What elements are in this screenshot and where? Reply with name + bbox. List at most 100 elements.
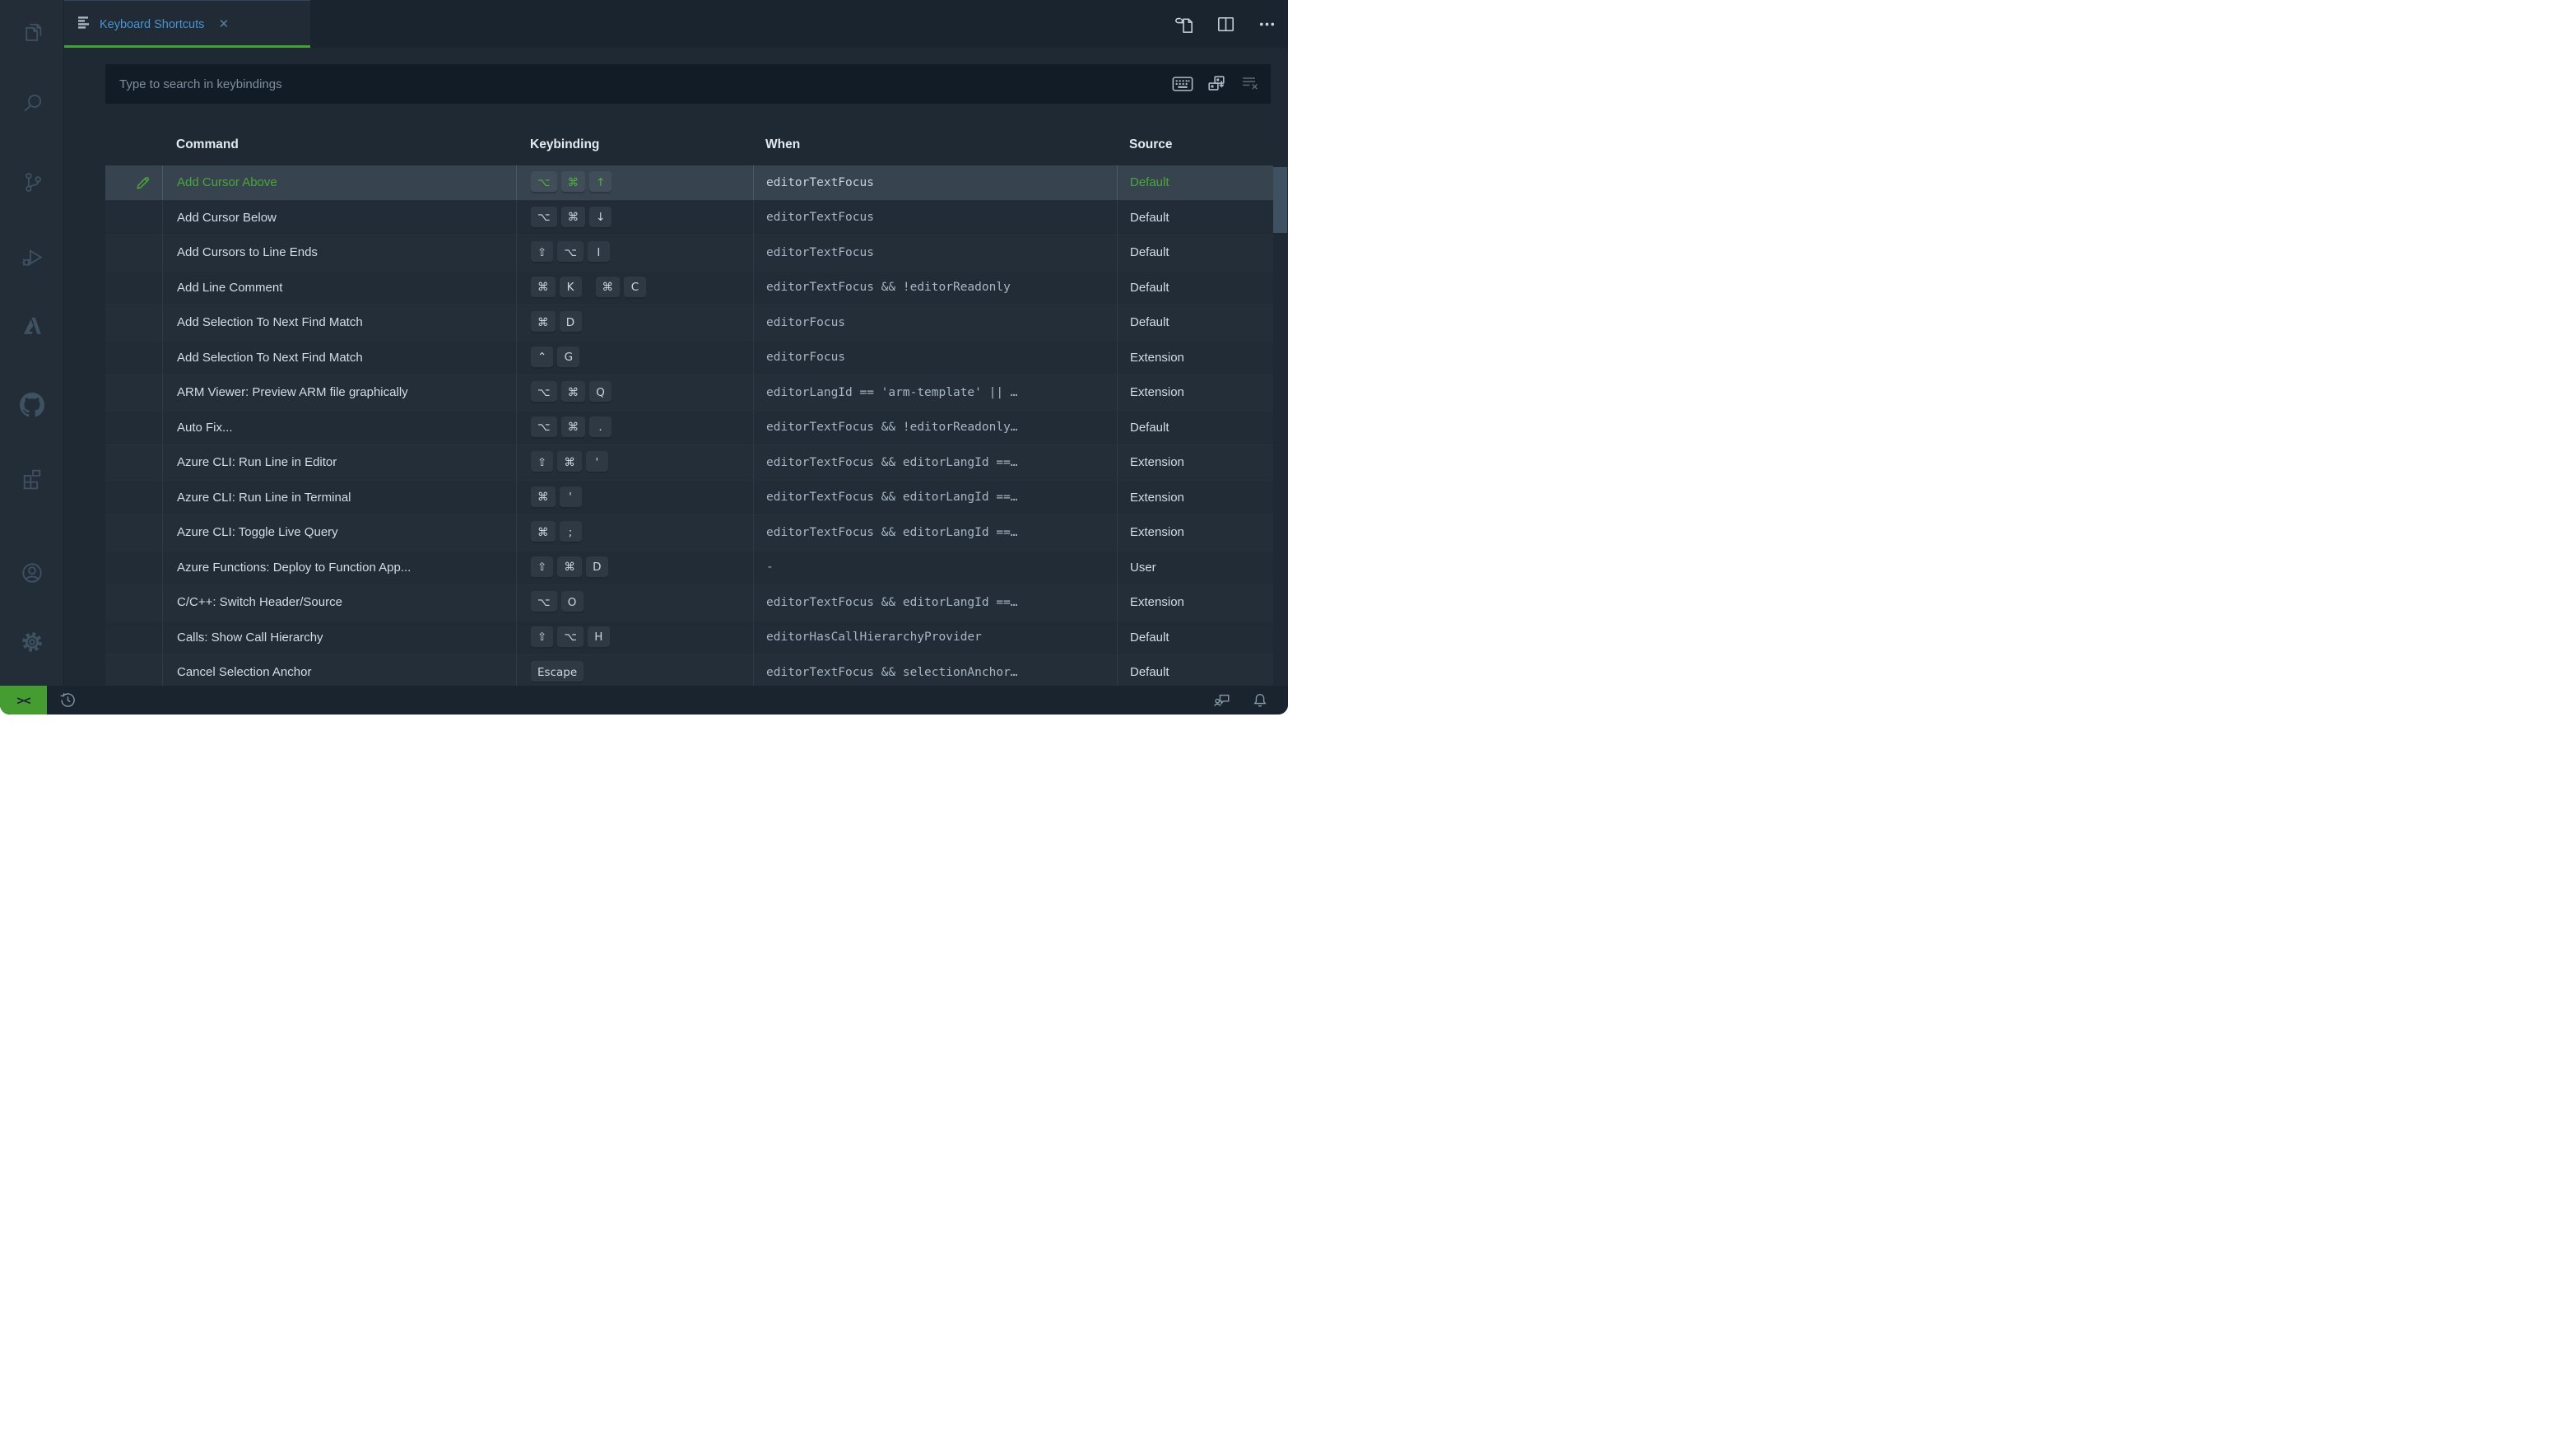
edit-pencil-icon[interactable] — [134, 174, 152, 192]
table-row[interactable]: Azure CLI: Run Line in Editor⇧⌘'editorTe… — [105, 445, 1273, 480]
command-cell: Add Line Comment — [162, 271, 516, 305]
table-row[interactable]: Add Line Comment⌘K⌘CeditorTextFocus && !… — [105, 270, 1273, 305]
key-chord: ⌘; — [531, 521, 586, 543]
explorer-icon[interactable] — [0, 9, 64, 52]
table-row[interactable]: Add Cursors to Line Ends⇧⌥IeditorTextFoc… — [105, 235, 1273, 270]
keycap: ⌘ — [561, 207, 586, 229]
keycap: C — [624, 277, 646, 299]
source-cell: Extension — [1117, 515, 1273, 550]
shortcuts-table-body: Add Cursor Above⌥⌘↑editorTextFocusDefaul… — [105, 165, 1273, 686]
keycap: D — [560, 311, 582, 333]
split-editor-icon[interactable] — [1215, 13, 1237, 35]
when-cell: editorTextFocus && editorLangId ==… — [753, 585, 1117, 620]
clear-search-icon[interactable] — [1239, 73, 1261, 95]
sort-by-precedence-icon[interactable] — [1206, 73, 1227, 95]
tab-title: Keyboard Shortcuts — [100, 18, 204, 31]
table-row[interactable]: Azure CLI: Toggle Live Query⌘;editorText… — [105, 514, 1273, 550]
keycap: O — [561, 591, 584, 613]
open-keybindings-json-icon[interactable] — [1174, 13, 1196, 35]
when-cell: editorTextFocus && !editorReadonly — [753, 271, 1117, 305]
more-actions-icon[interactable] — [1256, 13, 1278, 35]
keybinding-cell: ⌥⌘. — [516, 411, 753, 445]
feedback-icon[interactable] — [1212, 691, 1232, 710]
keycap: K — [560, 277, 582, 299]
extensions-icon[interactable] — [0, 457, 64, 500]
table-row[interactable]: Calls: Show Call Hierarchy⇧⌥HeditorHasCa… — [105, 620, 1273, 655]
table-header: Command Keybinding When Source — [105, 123, 1273, 165]
key-chord: Escape — [531, 661, 588, 683]
when-cell: editorHasCallHierarchyProvider — [753, 621, 1117, 655]
github-icon[interactable] — [0, 384, 64, 426]
table-row[interactable]: Add Selection To Next Find Match⌘Deditor… — [105, 305, 1273, 340]
azure-icon[interactable] — [0, 304, 64, 347]
remote-indicator[interactable]: >< — [0, 686, 47, 714]
search-input[interactable] — [118, 77, 1172, 92]
keybindings-editor: Command Keybinding When Source Add Curso… — [64, 48, 1288, 686]
edit-cell — [105, 271, 162, 305]
edit-cell — [105, 305, 162, 340]
table-row[interactable]: Add Selection To Next Find Match⌃Geditor… — [105, 340, 1273, 375]
keycap: ↓ — [589, 207, 611, 229]
run-and-debug-icon[interactable] — [0, 235, 64, 278]
source-cell: Default — [1117, 655, 1273, 686]
edit-cell — [105, 655, 162, 686]
table-row[interactable]: C/C++: Switch Header/Source⌥OeditorTextF… — [105, 584, 1273, 620]
table-row[interactable]: ARM Viewer: Preview ARM file graphically… — [105, 375, 1273, 410]
when-cell: editorTextFocus && editorLangId ==… — [753, 445, 1117, 480]
table-row[interactable]: Auto Fix...⌥⌘.editorTextFocus && !editor… — [105, 410, 1273, 445]
source-cell: Default — [1117, 305, 1273, 340]
accounts-icon[interactable] — [0, 552, 64, 594]
header-keybinding[interactable]: Keybinding — [516, 123, 753, 165]
keycap: G — [557, 347, 579, 369]
keycap: ⌘ — [561, 171, 586, 193]
keycap: ⌥ — [531, 171, 557, 193]
key-chord: ⇧⌘D — [531, 556, 612, 579]
source-cell: Default — [1117, 271, 1273, 305]
table-row[interactable]: Cancel Selection AnchorEscapeeditorTextF… — [105, 654, 1273, 686]
source-cell: Default — [1117, 201, 1273, 235]
keycap: ⌥ — [557, 241, 584, 263]
keybinding-cell: ⇧⌘D — [516, 551, 753, 585]
table-row[interactable]: Azure Functions: Deploy to Function App.… — [105, 550, 1273, 585]
keybinding-cell: ⌥⌘Q — [516, 375, 753, 410]
settings-gear-icon[interactable] — [0, 621, 64, 663]
command-cell: Add Cursor Above — [162, 165, 516, 200]
edit-cell — [105, 341, 162, 375]
key-chord: ⌘D — [531, 311, 586, 333]
table-row[interactable]: Add Cursor Above⌥⌘↑editorTextFocusDefaul… — [105, 165, 1273, 200]
keycap: Q — [589, 381, 611, 403]
source-control-icon[interactable] — [0, 160, 64, 202]
key-chord: ⌘' — [531, 486, 586, 509]
notifications-bell-icon[interactable] — [1250, 691, 1270, 710]
history-icon[interactable] — [58, 691, 77, 710]
command-cell: Azure CLI: Toggle Live Query — [162, 515, 516, 550]
keybinding-cell: ⌥O — [516, 585, 753, 620]
source-cell: Extension — [1117, 341, 1273, 375]
scrollbar-thumb[interactable] — [1273, 167, 1287, 233]
keycap: ⌘ — [557, 556, 582, 579]
edit-cell — [105, 481, 162, 515]
header-when[interactable]: When — [753, 123, 1117, 165]
key-chord: ⌥O — [531, 591, 588, 613]
close-tab-icon[interactable]: × — [219, 16, 228, 32]
keycap: D — [586, 556, 608, 579]
table-row[interactable]: Azure CLI: Run Line in Terminal⌘'editorT… — [105, 480, 1273, 515]
edit-cell — [105, 375, 162, 410]
header-source[interactable]: Source — [1117, 123, 1273, 165]
tab-keyboard-shortcuts[interactable]: Keyboard Shortcuts × — [64, 0, 310, 48]
key-chord: ⇧⌘' — [531, 451, 612, 473]
key-chord: ⌥⌘↓ — [531, 207, 616, 229]
edit-cell — [105, 235, 162, 270]
keycap: ⌘ — [561, 417, 586, 439]
keycap: ⇧ — [531, 626, 553, 649]
record-keys-icon[interactable] — [1172, 75, 1193, 93]
edit-cell — [105, 621, 162, 655]
keycap: ⌘ — [531, 486, 556, 509]
keycap: ⌘ — [531, 311, 556, 333]
command-cell: Add Cursor Below — [162, 201, 516, 235]
table-row[interactable]: Add Cursor Below⌥⌘↓editorTextFocusDefaul… — [105, 200, 1273, 235]
command-cell: Azure CLI: Run Line in Terminal — [162, 481, 516, 515]
header-command[interactable]: Command — [162, 123, 516, 165]
search-icon[interactable] — [0, 81, 64, 124]
key-chord: ⌘C — [596, 277, 651, 299]
